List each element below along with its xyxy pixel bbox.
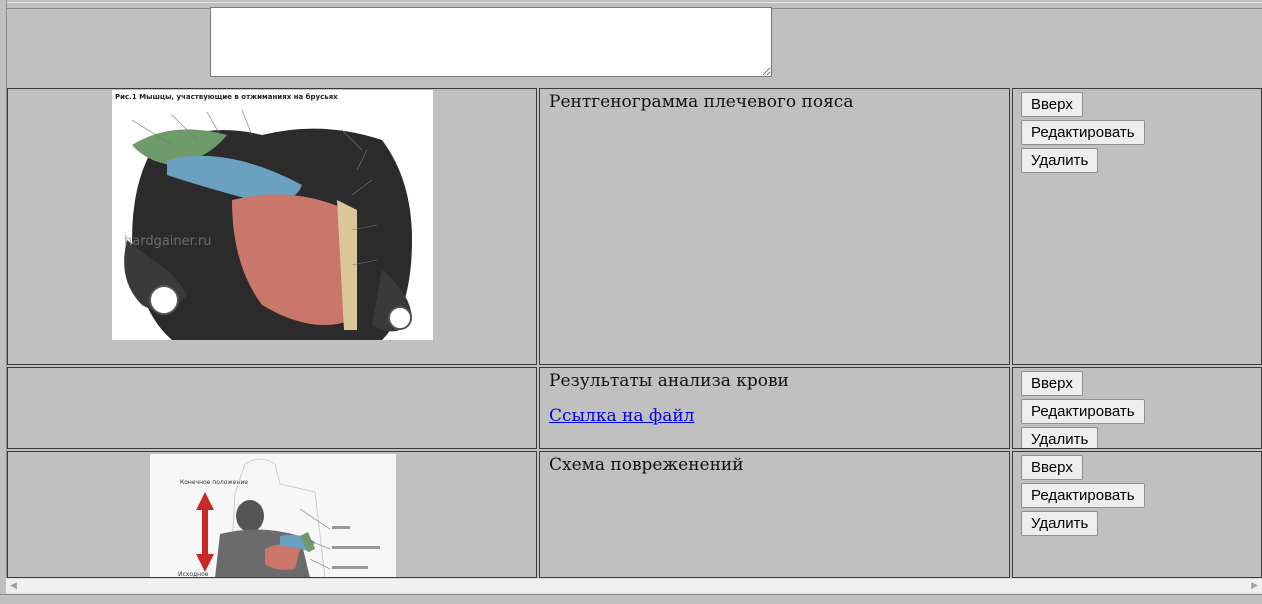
image-caption: Рис.1 Мышцы, участвующие в отжиманиях на…: [115, 93, 338, 101]
muscle-anatomy-illustration: Рис.1 Мышцы, участвующие в отжиманиях на…: [112, 90, 433, 340]
row-1-image-cell: Рис.1 Мышцы, участвующие в отжиманиях на…: [7, 88, 537, 365]
row-2-image-cell: [7, 367, 537, 449]
row-2-actions: Вверх Редактировать Удалить: [1012, 367, 1262, 449]
row-2-delete-button[interactable]: Удалить: [1021, 427, 1099, 448]
row-1-delete-button[interactable]: Удалить: [1021, 148, 1099, 173]
row-3-actions: Вверх Редактировать Удалить: [1012, 451, 1262, 578]
row-2-file-link[interactable]: Ссылка на файл: [549, 406, 1000, 426]
injury-scheme-illustration: Конечное положение Исходное: [150, 454, 396, 578]
image-text-bottom: Исходное: [178, 571, 209, 578]
row-1-edit-button[interactable]: Редактировать: [1021, 120, 1145, 145]
row-2-up-button[interactable]: Вверх: [1021, 371, 1083, 396]
row-1-text-cell: Рентгенограмма плечевого пояса: [539, 88, 1010, 365]
horizontal-scrollbar[interactable]: ◀ ▶: [6, 578, 1262, 594]
scroll-left-icon[interactable]: ◀: [10, 581, 17, 591]
row-2-text-cell: Результаты анализа крови Ссылка на файл: [539, 367, 1010, 449]
row-3-text-cell: Схема повреженений: [539, 451, 1010, 578]
row-3-title: Схема повреженений: [549, 455, 744, 475]
row-1-title: Рентгенограмма плечевого пояса: [549, 92, 854, 112]
row-3-edit-button[interactable]: Редактировать: [1021, 483, 1145, 508]
row-2-edit-button[interactable]: Редактировать: [1021, 399, 1145, 424]
image-watermark: hardgainer.ru: [124, 234, 212, 249]
row-3-delete-button[interactable]: Удалить: [1021, 511, 1099, 536]
comment-textarea-wrapper: [210, 7, 772, 77]
row-2-title: Результаты анализа крови: [549, 371, 789, 391]
comment-textarea[interactable]: [210, 7, 772, 77]
scroll-right-icon[interactable]: ▶: [1251, 581, 1258, 591]
row-3-up-button[interactable]: Вверх: [1021, 455, 1083, 480]
row-3-image-cell: Конечное положение Исходное: [7, 451, 537, 578]
row-1-up-button[interactable]: Вверх: [1021, 92, 1083, 117]
left-border: [0, 0, 7, 603]
row-1-actions: Вверх Редактировать Удалить: [1012, 88, 1262, 365]
row-1-image: Рис.1 Мышцы, участвующие в отжиманиях на…: [112, 90, 433, 340]
row-3-image: Конечное положение Исходное: [150, 454, 396, 578]
